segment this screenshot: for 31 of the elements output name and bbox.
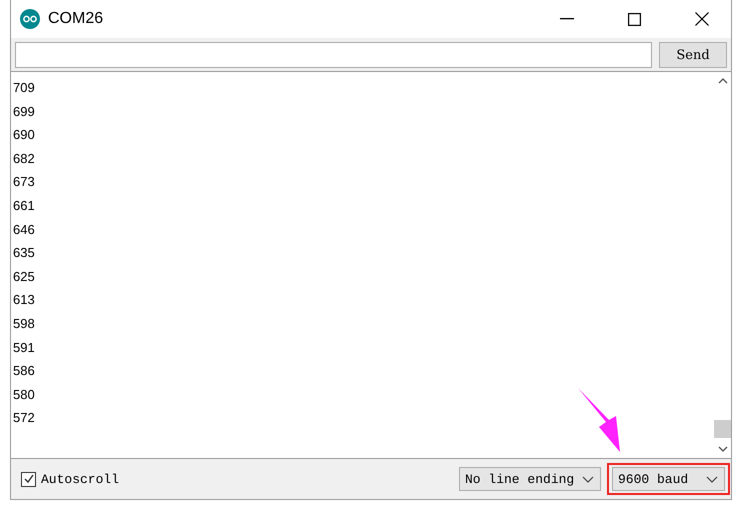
minimize-icon[interactable] [560, 18, 574, 20]
output-line: 682 [13, 150, 35, 166]
output-line: 586 [13, 363, 35, 378]
output-line: 661 [13, 198, 35, 213]
autoscroll-checkbox[interactable] [21, 472, 36, 486]
infinity-logo-icon [20, 9, 40, 29]
output-line: 625 [13, 268, 35, 284]
maximize-icon[interactable] [628, 12, 641, 26]
line-ending-dropdown[interactable]: No line ending [459, 467, 601, 491]
send-button[interactable]: Send [659, 42, 727, 68]
output-line: 580 [13, 386, 35, 402]
output-line: 591 [13, 340, 35, 355]
output-line: 635 [13, 245, 35, 260]
scroll-down-icon[interactable] [718, 446, 728, 452]
output-line: 572 [13, 410, 35, 426]
output-line: 699 [13, 104, 35, 119]
output-line: 690 [13, 127, 35, 142]
output-line: 646 [13, 222, 35, 237]
close-icon[interactable] [695, 12, 709, 26]
output-line: 673 [13, 174, 35, 190]
output-line: 613 [13, 292, 35, 308]
chevron-down-icon [582, 476, 594, 482]
output-line: 598 [13, 316, 35, 331]
autoscroll-label: Autoscroll [41, 472, 120, 486]
window-title: COM26 [48, 10, 104, 28]
output-line: 709 [13, 80, 35, 95]
baud-rate-dropdown[interactable]: 9600 baud [612, 467, 725, 491]
chevron-down-icon [706, 476, 718, 482]
input-field[interactable] [15, 42, 652, 68]
scroll-thumb[interactable] [714, 420, 731, 438]
scroll-up-icon[interactable] [718, 78, 728, 84]
